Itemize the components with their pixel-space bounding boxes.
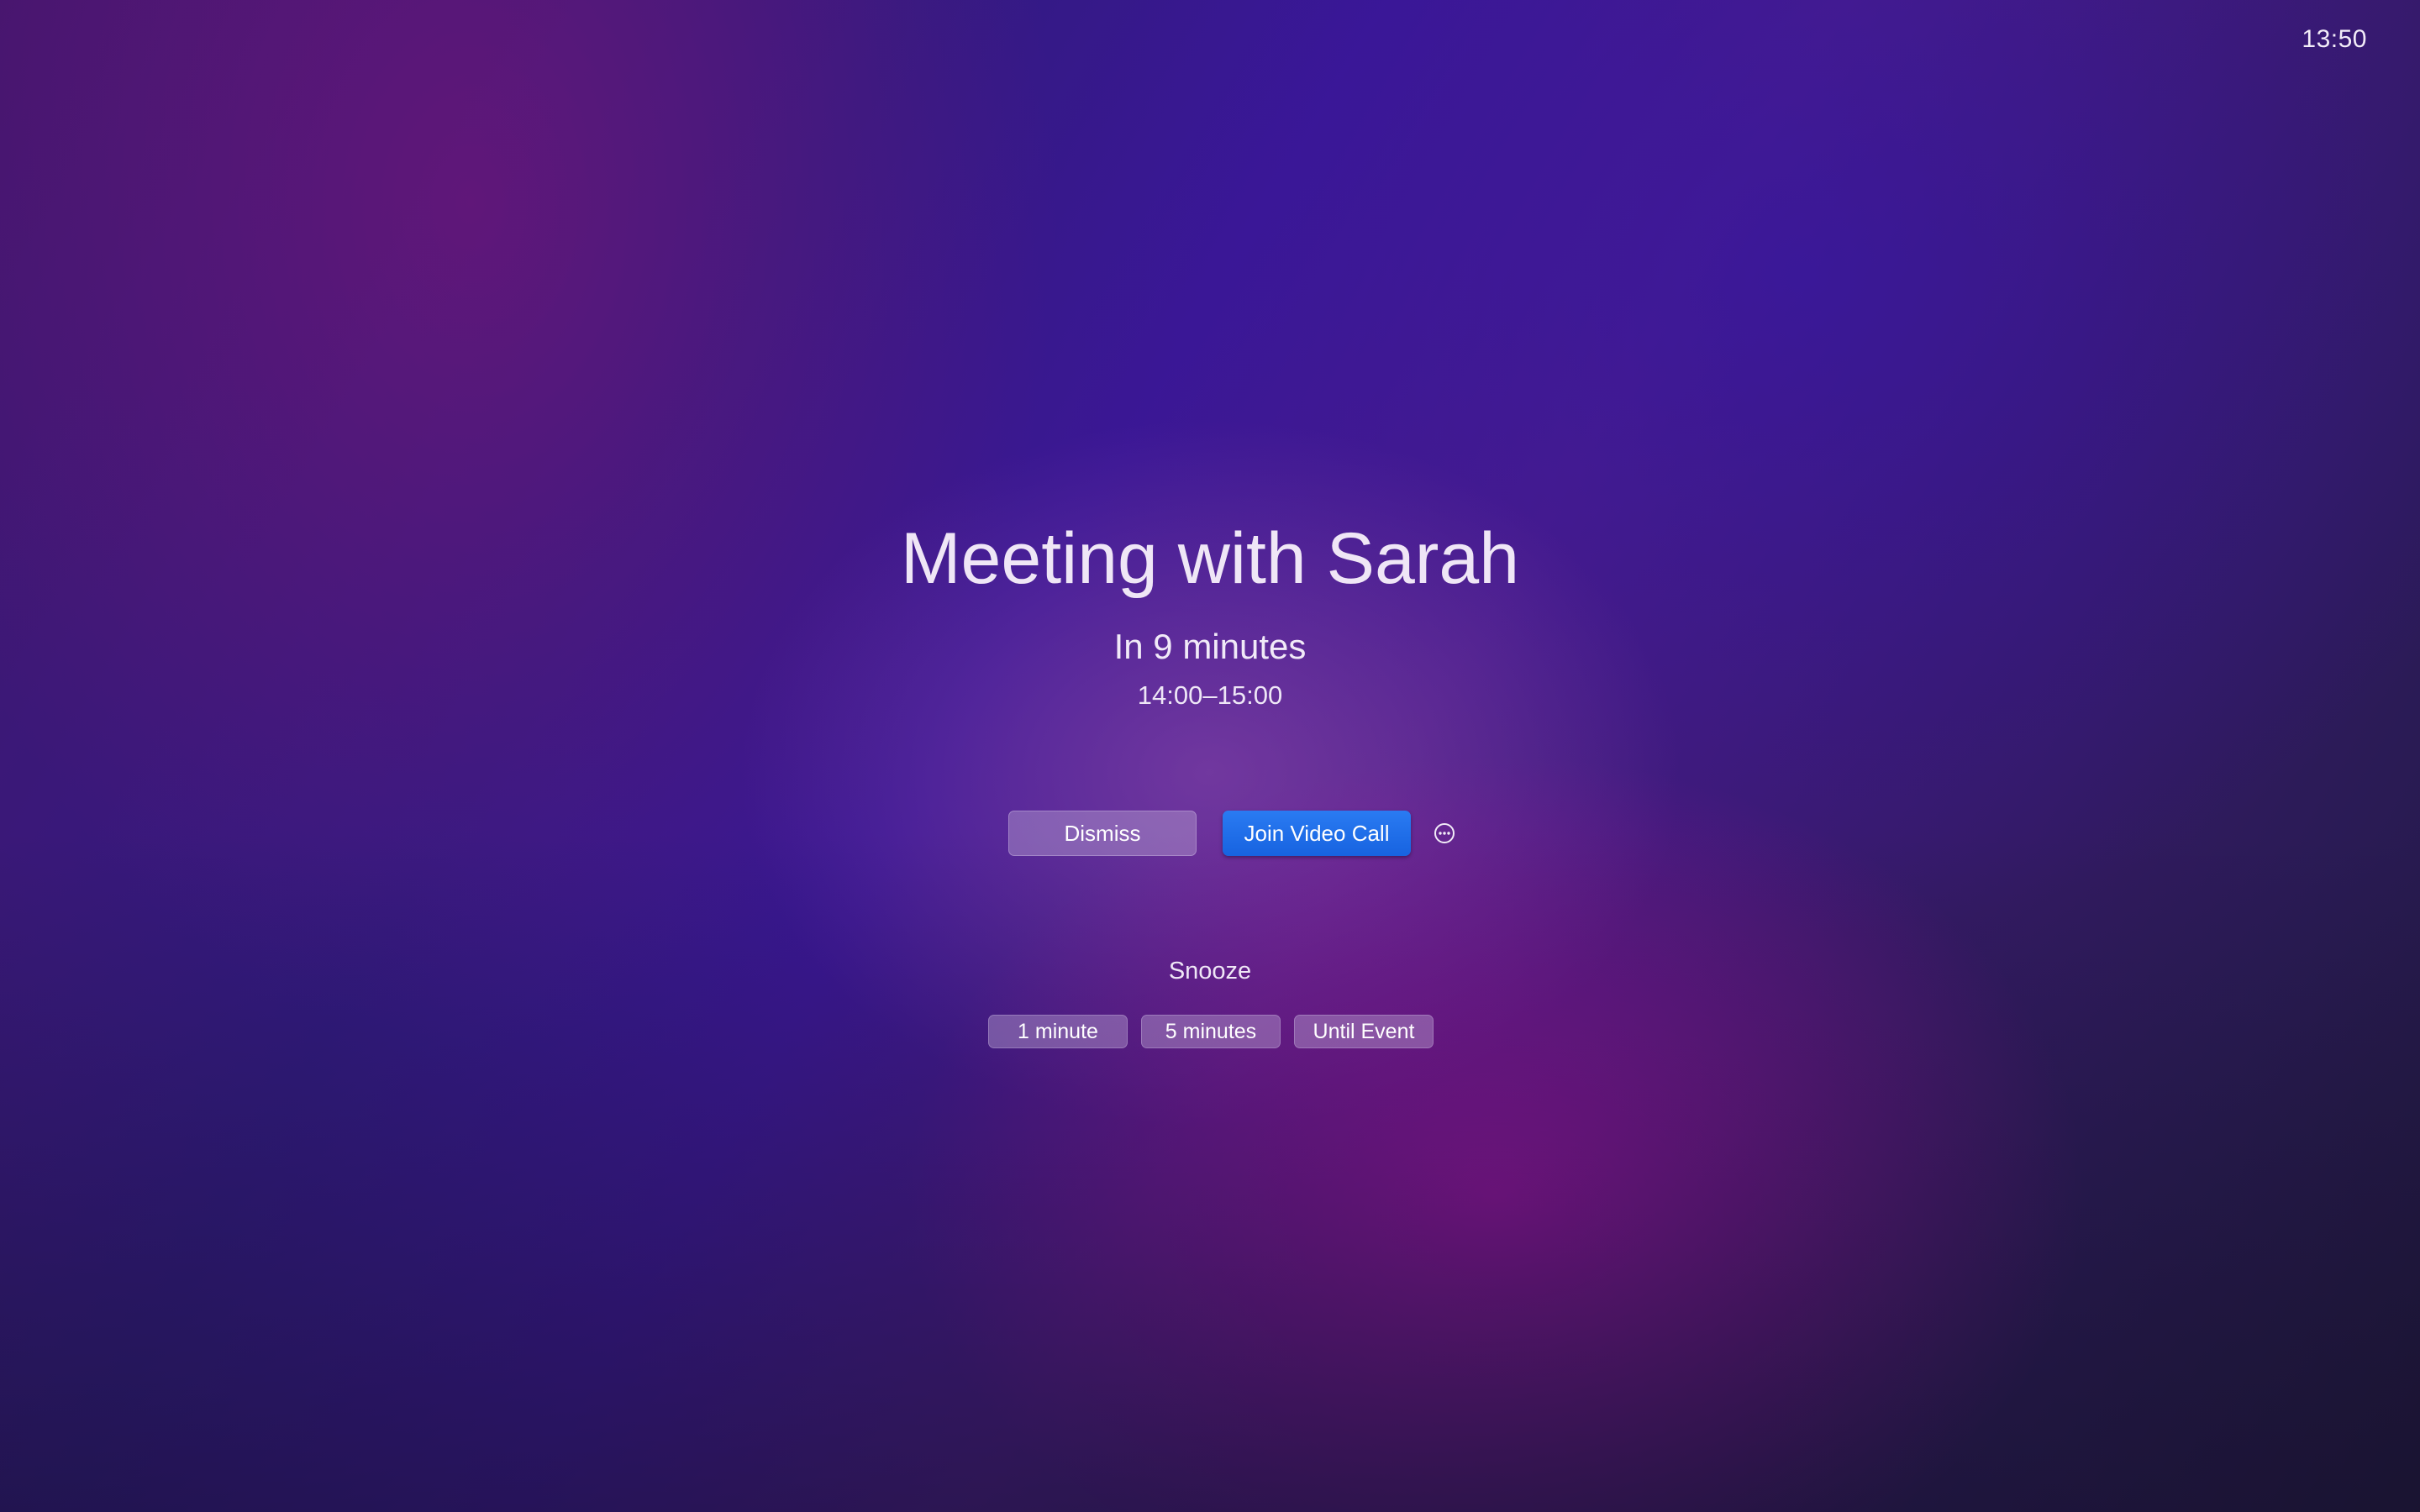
event-time-range: 14:00–15:00: [1137, 680, 1283, 710]
event-title: Meeting with Sarah: [900, 518, 1520, 599]
snooze-options: 1 minute 5 minutes Until Event: [988, 1015, 1434, 1048]
dismiss-button[interactable]: Dismiss: [1008, 811, 1197, 856]
menu-bar-clock: 13:50: [2302, 25, 2367, 53]
ellipsis-circle-icon[interactable]: [1434, 822, 1455, 844]
snooze-5-minutes-button[interactable]: 5 minutes: [1141, 1015, 1281, 1048]
snooze-until-event-button[interactable]: Until Event: [1294, 1015, 1434, 1048]
snooze-1-minute-button[interactable]: 1 minute: [988, 1015, 1128, 1048]
snooze-label: Snooze: [1168, 958, 1252, 984]
event-countdown: In 9 minutes: [1113, 627, 1307, 666]
event-alert: Meeting with Sarah In 9 minutes 14:00–15…: [0, 504, 2420, 714]
wallpaper-background: [0, 0, 2420, 1512]
event-actions: Dismiss Join Video Call: [1008, 810, 1455, 857]
join-video-call-button[interactable]: Join Video Call: [1223, 811, 1411, 856]
